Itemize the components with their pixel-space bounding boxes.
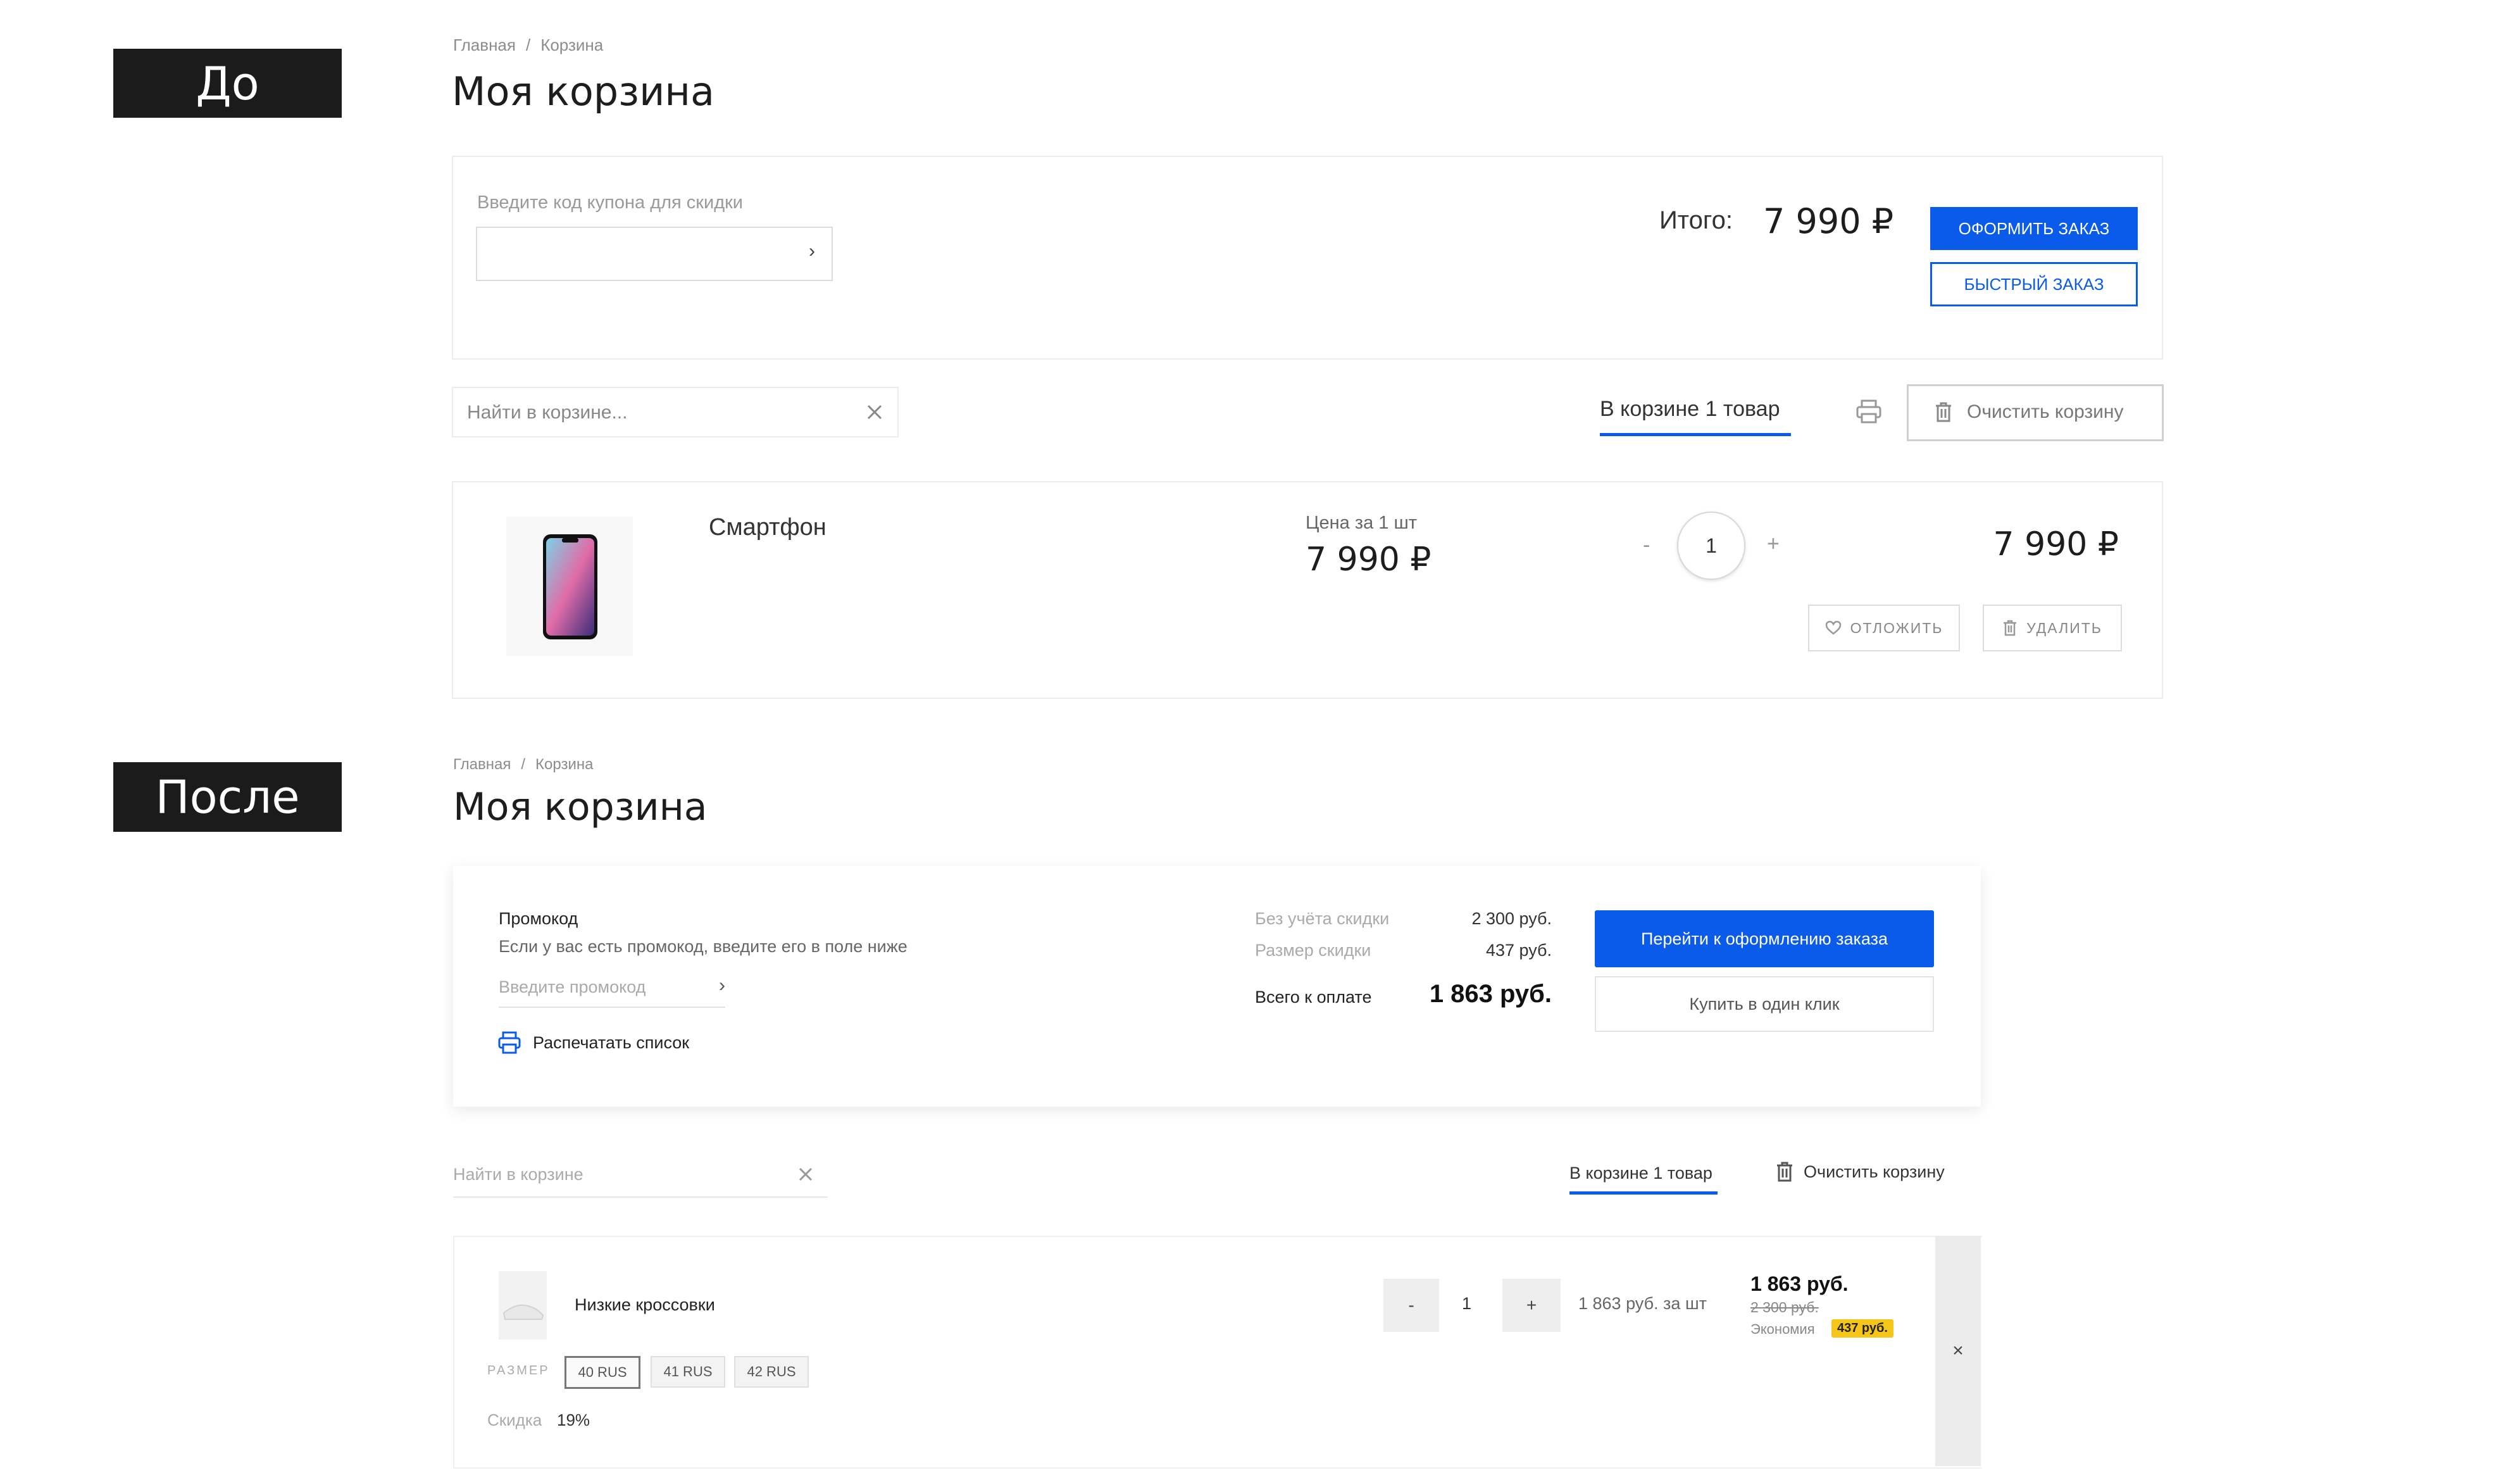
discount-value: 19% [557, 1410, 590, 1429]
checkout-button[interactable]: ОФОРМИТЬ ЗАКАЗ [1930, 207, 2138, 250]
clear-cart-button[interactable]: Очистить корзину [1907, 384, 2164, 441]
page-title: Моя корзина [453, 785, 708, 829]
decrease-button[interactable]: - [1643, 533, 1650, 558]
trash-icon [1934, 401, 1953, 423]
no-discount-value: 2 300 руб. [1471, 909, 1552, 928]
product-image[interactable] [506, 517, 633, 656]
coupon-input[interactable]: › [476, 227, 833, 281]
checkout-button[interactable]: Перейти к оформлению заказа [1595, 910, 1934, 967]
clear-cart-label: Очистить корзину [1804, 1162, 1945, 1181]
heart-icon [1825, 620, 1841, 635]
trash-icon [2004, 620, 2017, 636]
promo-title: Промокод [499, 909, 578, 928]
page-title: Моя корзина [452, 68, 714, 115]
item-price: 1 863 руб. [1750, 1272, 1849, 1295]
breadcrumb: Главная / Корзина [453, 35, 604, 54]
breadcrumb: Главная / Корзина [453, 756, 594, 773]
size-option-42[interactable]: 42 RUS [734, 1356, 809, 1388]
remove-label: УДАЛИТЬ [2026, 619, 2102, 636]
postpone-button[interactable]: ОТЛОЖИТЬ [1808, 605, 1960, 651]
one-click-button[interactable]: Купить в один клик [1595, 976, 1934, 1032]
quantity-value[interactable]: 1 [1462, 1294, 1471, 1314]
size-option-40[interactable]: 40 RUS [565, 1356, 640, 1389]
economy-label: Экономия [1750, 1321, 1815, 1337]
remove-strip[interactable]: × [1935, 1236, 1981, 1466]
promo-placeholder: Введите промокод [499, 977, 646, 996]
size-option-41[interactable]: 41 RUS [651, 1356, 725, 1388]
total-value: 1 863 руб. [1429, 980, 1552, 1008]
chevron-right-icon[interactable]: › [719, 975, 725, 996]
search-placeholder: Найти в корзине [453, 1165, 583, 1184]
after-tag-label: После [155, 770, 300, 824]
increase-button[interactable]: + [1502, 1279, 1561, 1332]
increase-label: + [1526, 1295, 1537, 1315]
chevron-right-icon[interactable]: › [809, 241, 815, 262]
postpone-label: ОТЛОЖИТЬ [1850, 619, 1943, 636]
quantity-value: 1 [1706, 534, 1717, 557]
print-list-label: Распечатать список [533, 1032, 690, 1052]
size-label: РАЗМЕР [487, 1364, 550, 1378]
before-tag-label: До [196, 56, 259, 110]
before-tag: До [113, 49, 342, 118]
quantity-stepper[interactable]: 1 [1677, 512, 1745, 580]
print-list-link[interactable]: Распечатать список [497, 1031, 689, 1055]
close-icon[interactable] [797, 1166, 814, 1183]
search-placeholder: Найти в корзине... [467, 402, 628, 423]
coupon-label: Введите код купона для скидки [477, 192, 744, 213]
unit-price: 1 863 руб. за шт [1578, 1294, 1707, 1313]
close-icon[interactable] [866, 403, 883, 421]
unit-price: 7 990 ₽ [1306, 541, 1432, 579]
discount-label: Размер скидки [1255, 941, 1371, 960]
no-discount-label: Без учёта скидки [1255, 909, 1390, 928]
product-image[interactable] [499, 1271, 547, 1340]
item-total: 7 990 ₽ [1993, 525, 2119, 563]
promo-hint: Если у вас есть промокод, введите его в … [499, 937, 908, 956]
cart-item [453, 1236, 1982, 1469]
after-tag: После [113, 762, 342, 832]
price-label: Цена за 1 шт [1306, 513, 1417, 533]
decrease-label: - [1408, 1295, 1414, 1315]
remove-button[interactable]: УДАЛИТЬ [1983, 605, 2122, 651]
decrease-button[interactable]: - [1383, 1279, 1439, 1332]
close-icon[interactable]: × [1952, 1340, 1964, 1362]
discount-label: Скидка [487, 1410, 542, 1429]
discount-value: 437 руб. [1485, 941, 1552, 960]
cart-count-tab[interactable]: В корзине 1 товар [1569, 1164, 1712, 1183]
economy-badge: 437 руб. [1831, 1319, 1893, 1338]
promo-input[interactable]: Введите промокод › [499, 974, 725, 1008]
cart-count-tab[interactable]: В корзине 1 товар [1600, 397, 1780, 422]
clear-cart-button[interactable]: Очистить корзину [1776, 1161, 1945, 1183]
cart-count-underline [1569, 1191, 1718, 1195]
breadcrumb-home[interactable]: Главная [453, 756, 511, 773]
product-name[interactable]: Низкие кроссовки [575, 1295, 715, 1315]
total-value: 7 990 ₽ [1763, 201, 1894, 241]
total-label: Итого: [1659, 206, 1733, 234]
quick-order-button[interactable]: БЫСТРЫЙ ЗАКАЗ [1930, 262, 2138, 306]
smartphone-icon [543, 534, 597, 639]
breadcrumb-cart: Корзина [540, 35, 604, 54]
clear-cart-label: Очистить корзину [1967, 401, 2124, 422]
product-name[interactable]: Смартфон [709, 514, 826, 541]
trash-icon [1777, 1162, 1792, 1182]
cart-count-underline [1600, 433, 1791, 436]
search-input[interactable]: Найти в корзине [453, 1158, 828, 1198]
print-icon[interactable] [1856, 399, 1882, 424]
increase-button[interactable]: + [1767, 532, 1780, 556]
sneaker-icon [502, 1304, 544, 1320]
total-label: Всего к оплате [1255, 988, 1372, 1007]
search-input[interactable]: Найти в корзине... [452, 387, 899, 437]
print-icon [498, 1031, 521, 1054]
breadcrumb-home[interactable]: Главная [453, 35, 516, 54]
breadcrumb-cart: Корзина [535, 756, 594, 773]
old-price: 2 300 руб. [1750, 1299, 1819, 1315]
